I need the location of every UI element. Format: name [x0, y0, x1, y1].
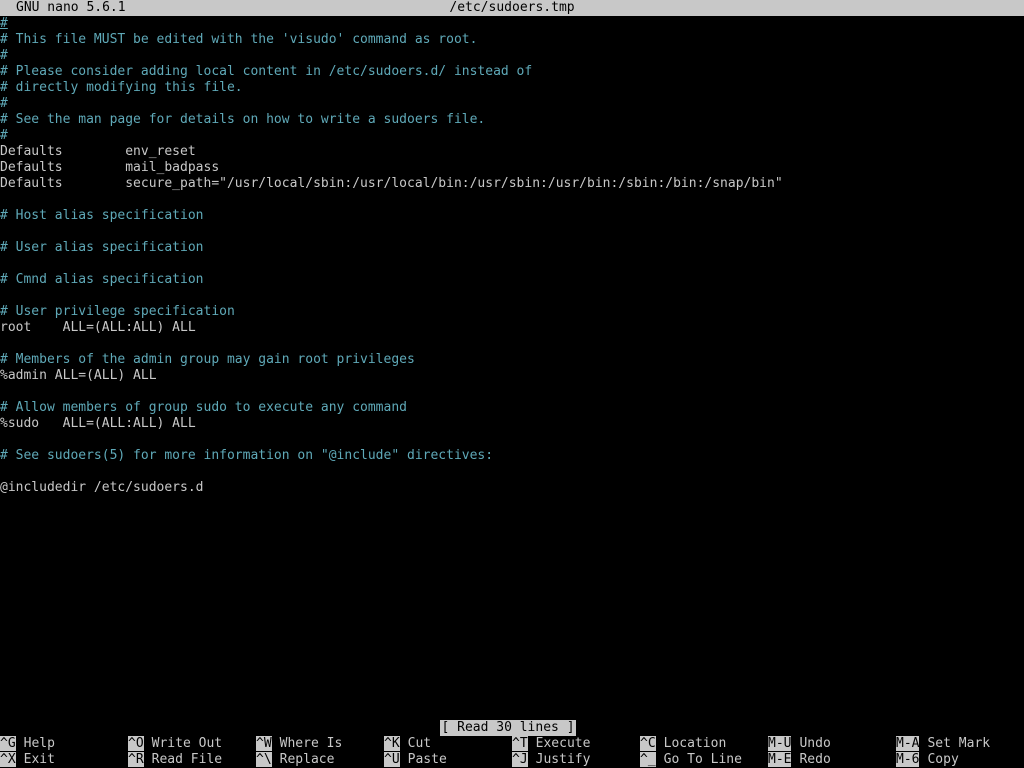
- comment-line[interactable]: # Host alias specification: [0, 208, 204, 224]
- shortcut-label: Help: [23, 736, 55, 751]
- comment-line[interactable]: # Please consider adding local content i…: [0, 64, 532, 80]
- shortcut-label: Exit: [23, 752, 55, 767]
- code-line[interactable]: root ALL=(ALL:ALL) ALL: [0, 320, 196, 336]
- shortcut-key: M-E: [768, 752, 792, 767]
- shortcut-replace[interactable]: ^\ Replace: [256, 752, 334, 768]
- comment-line[interactable]: # See the man page for details on how to…: [0, 112, 485, 128]
- shortcut-label: Where Is: [279, 736, 343, 751]
- shortcut-key: ^X: [0, 752, 16, 767]
- title-bar: GNU nano 5.6.1 /etc/sudoers.tmp: [0, 0, 1024, 16]
- comment-line[interactable]: # User privilege specification: [0, 304, 235, 320]
- shortcut-key: ^U: [384, 752, 400, 767]
- shortcut-location[interactable]: ^C Location: [640, 736, 726, 752]
- shortcut-label: Go To Line: [663, 752, 742, 767]
- shortcut-key: M-U: [768, 736, 792, 751]
- shortcut-redo[interactable]: M-E Redo: [768, 752, 831, 768]
- shortcut-paste[interactable]: ^U Paste: [384, 752, 447, 768]
- comment-line[interactable]: #: [0, 128, 8, 144]
- shortcut-label: Redo: [799, 752, 831, 767]
- comment-line[interactable]: # directly modifying this file.: [0, 80, 243, 96]
- shortcut-key: ^\: [256, 752, 272, 767]
- shortcut-undo[interactable]: M-U Undo: [768, 736, 831, 752]
- shortcut-label: Copy: [927, 752, 959, 767]
- comment-line[interactable]: # Cmnd alias specification: [0, 272, 204, 288]
- shortcut-write-out[interactable]: ^O Write Out: [128, 736, 222, 752]
- code-line[interactable]: %admin ALL=(ALL) ALL: [0, 368, 157, 384]
- code-line[interactable]: Defaults secure_path="/usr/local/sbin:/u…: [0, 176, 783, 192]
- shortcut-key: ^J: [512, 752, 528, 767]
- code-line[interactable]: Defaults env_reset: [0, 144, 196, 160]
- shortcut-key: ^C: [640, 736, 656, 751]
- comment-line[interactable]: #: [0, 48, 8, 64]
- shortcut-label: Cut: [407, 736, 432, 751]
- comment-line[interactable]: # Members of the admin group may gain ro…: [0, 352, 415, 368]
- shortcut-key: M-A: [896, 736, 920, 751]
- comment-line[interactable]: # User alias specification: [0, 240, 204, 256]
- comment-line[interactable]: # This file MUST be edited with the 'vis…: [0, 32, 477, 48]
- comment-line[interactable]: #: [0, 96, 8, 112]
- status-message: [ Read 30 lines ]: [440, 720, 576, 736]
- shortcut-label: Undo: [799, 736, 831, 751]
- shortcut-key: ^G: [0, 736, 16, 751]
- shortcut-key: ^_: [640, 752, 656, 767]
- shortcut-label: Write Out: [151, 736, 223, 751]
- shortcut-label: Location: [663, 736, 727, 751]
- shortcut-label: Paste: [407, 752, 447, 767]
- editor-area[interactable]: # # This file MUST be edited with the 'vi…: [0, 16, 1024, 720]
- shortcut-where-is[interactable]: ^W Where Is: [256, 736, 342, 752]
- shortcut-label: Read File: [151, 752, 223, 767]
- shortcut-execute[interactable]: ^T Execute: [512, 736, 590, 752]
- shortcut-label: Replace: [279, 752, 335, 767]
- shortcut-key: ^R: [128, 752, 144, 767]
- code-line[interactable]: @includedir /etc/sudoers.d: [0, 480, 204, 496]
- shortcut-key: ^W: [256, 736, 272, 751]
- shortcut-label: Execute: [535, 736, 591, 751]
- comment-line[interactable]: # See sudoers(5) for more information on…: [0, 448, 493, 464]
- shortcut-key: ^O: [128, 736, 144, 751]
- shortcut-exit[interactable]: ^X Exit: [0, 752, 55, 768]
- comment-line[interactable]: # Allow members of group sudo to execute…: [0, 400, 407, 416]
- shortcut-read-file[interactable]: ^R Read File: [128, 752, 222, 768]
- shortcut-key: ^K: [384, 736, 400, 751]
- comment-line[interactable]: #: [0, 16, 8, 32]
- shortcut-key: M-6: [896, 752, 920, 767]
- shortcut-label: Justify: [535, 752, 591, 767]
- shortcut-set-mark[interactable]: M-A Set Mark: [896, 736, 990, 752]
- code-line[interactable]: %sudo ALL=(ALL:ALL) ALL: [0, 416, 196, 432]
- shortcut-justify[interactable]: ^J Justify: [512, 752, 590, 768]
- shortcut-key: ^T: [512, 736, 528, 751]
- shortcut-go-to-line[interactable]: ^_ Go To Line: [640, 752, 742, 768]
- file-name: /etc/sudoers.tmp: [449, 0, 575, 15]
- shortcut-label: Set Mark: [927, 736, 991, 751]
- shortcut-help[interactable]: ^G Help: [0, 736, 55, 752]
- shortcut-copy[interactable]: M-6 Copy: [896, 752, 959, 768]
- code-line[interactable]: Defaults mail_badpass: [0, 160, 219, 176]
- shortcut-cut[interactable]: ^K Cut: [384, 736, 431, 752]
